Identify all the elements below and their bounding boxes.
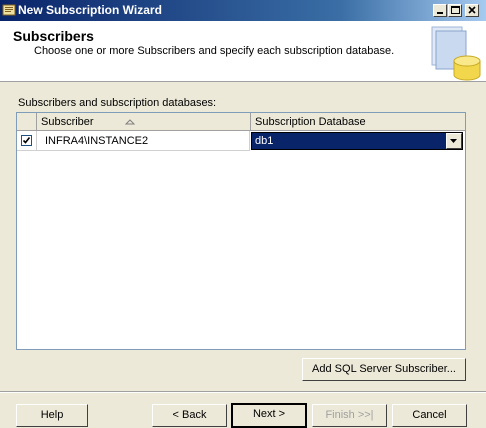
subscribers-grid[interactable]: Subscriber Subscription Database INFRA4\… <box>16 112 466 350</box>
close-button[interactable] <box>465 4 479 17</box>
subscription-database-dropdown[interactable]: db1 <box>251 132 463 150</box>
finish-button[interactable]: Finish >>| <box>312 404 387 427</box>
grid-label: Subscribers and subscription databases: <box>18 97 217 109</box>
wizard-header: Subscribers Choose one or more Subscribe… <box>0 21 486 82</box>
sort-ascending-icon <box>125 119 135 125</box>
subscriber-name: INFRA4\INSTANCE2 <box>45 135 149 147</box>
minimize-button[interactable] <box>433 4 447 17</box>
minimize-icon <box>437 12 443 14</box>
table-cell-subscriber[interactable]: INFRA4\INSTANCE2 <box>37 131 250 151</box>
select-column-header <box>17 113 37 131</box>
column-header-label: Subscription Database <box>255 116 366 128</box>
wizard-app-icon <box>2 4 16 16</box>
maximize-icon <box>451 6 460 14</box>
page-subtitle: Choose one or more Subscribers and speci… <box>34 45 395 57</box>
back-button[interactable]: < Back <box>152 404 227 427</box>
close-icon <box>468 6 476 14</box>
cancel-button[interactable]: Cancel <box>392 404 467 427</box>
title-bar[interactable]: New Subscription Wizard <box>0 0 486 21</box>
column-header-label: Subscriber <box>41 116 94 128</box>
subscriber-checkbox[interactable] <box>21 135 32 146</box>
column-header-subscription-database[interactable]: Subscription Database <box>251 113 465 131</box>
window-title: New Subscription Wizard <box>18 3 162 17</box>
checkmark-icon <box>22 137 31 144</box>
subscription-database-value: db1 <box>255 135 274 147</box>
database-wizard-graphic <box>431 26 481 81</box>
maximize-button[interactable] <box>448 4 462 17</box>
row-checkbox-cell[interactable] <box>17 131 37 151</box>
separator <box>0 391 486 393</box>
add-sql-server-subscriber-button[interactable]: Add SQL Server Subscriber... <box>302 358 466 381</box>
help-button[interactable]: Help <box>16 404 88 427</box>
page-title: Subscribers <box>13 28 94 44</box>
chevron-down-icon <box>450 139 457 143</box>
column-header-subscriber[interactable]: Subscriber <box>37 113 251 131</box>
dropdown-button[interactable] <box>446 133 462 149</box>
next-button[interactable]: Next > <box>231 403 307 428</box>
